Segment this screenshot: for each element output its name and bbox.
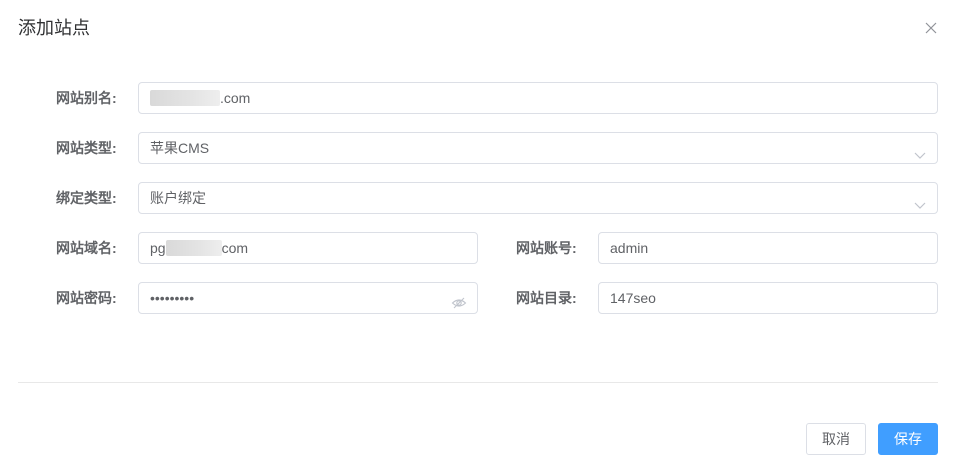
directory-input[interactable]: 147seo: [598, 282, 938, 314]
bind-type-label: 绑定类型:: [56, 190, 117, 206]
footer-divider: [18, 382, 938, 383]
add-site-dialog: 添加站点 网站别名: .com 网站类型: 苹果CMS 绑定类型: 账户绑定 网…: [0, 0, 957, 475]
password-label: 网站密码:: [56, 290, 117, 306]
account-input[interactable]: admin: [598, 232, 938, 264]
password-value: •••••••••: [150, 290, 195, 306]
directory-label: 网站目录:: [516, 290, 577, 306]
alias-value-suffix: .com: [220, 90, 251, 106]
close-icon[interactable]: [922, 19, 940, 37]
site-type-select[interactable]: 苹果CMS: [138, 132, 938, 164]
directory-value: 147seo: [610, 290, 656, 306]
domain-input[interactable]: pg com: [138, 232, 478, 264]
domain-value-suffix: com: [221, 240, 249, 256]
domain-label: 网站域名:: [56, 240, 117, 256]
domain-value-prefix: pg: [150, 240, 166, 256]
eye-hidden-icon[interactable]: [451, 291, 467, 309]
bind-type-select[interactable]: 账户绑定: [138, 182, 938, 214]
cancel-button[interactable]: 取消: [806, 423, 866, 455]
site-type-value: 苹果CMS: [150, 140, 210, 156]
site-type-label: 网站类型:: [56, 140, 117, 156]
chevron-down-icon: [913, 192, 927, 209]
alias-input[interactable]: .com: [138, 82, 938, 114]
alias-label: 网站别名:: [56, 90, 117, 106]
account-value: admin: [610, 240, 649, 256]
redacted-text: [165, 239, 222, 256]
dialog-title: 添加站点: [18, 18, 90, 38]
password-input[interactable]: •••••••••: [138, 282, 478, 314]
account-label: 网站账号:: [516, 240, 577, 256]
chevron-down-icon: [913, 142, 927, 159]
save-button[interactable]: 保存: [878, 423, 938, 455]
bind-type-value: 账户绑定: [150, 190, 206, 206]
redacted-text: [150, 89, 220, 106]
